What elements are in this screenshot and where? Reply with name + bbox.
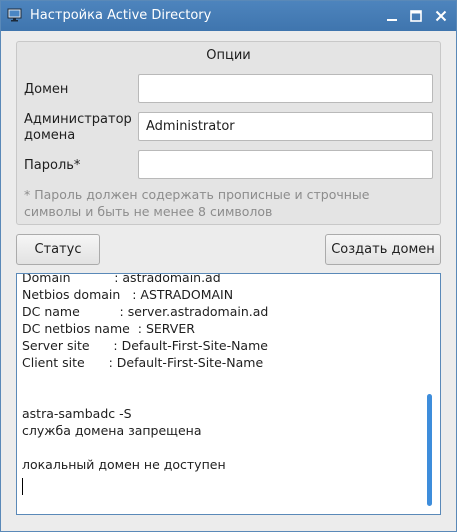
admin-label: Администратор домена (24, 112, 132, 144)
status-button[interactable]: Статус (16, 234, 100, 265)
password-note-line1: * Пароль должен содержать прописные и ст… (24, 187, 370, 202)
admin-input[interactable]: Administrator (138, 112, 433, 141)
output-text: Domain : astradomain.ad Netbios domain : … (22, 273, 422, 473)
text-cursor (22, 478, 23, 495)
password-note-line2: символы и быть не менее 8 символов (24, 203, 273, 219)
scrollbar-thumb[interactable] (427, 394, 432, 506)
output-line: служба домена запрещена (22, 423, 202, 438)
title-bar[interactable]: Настройка Active Directory (1, 1, 456, 31)
window-title: Настройка Active Directory (30, 8, 212, 23)
output-text-area[interactable]: Domain : astradomain.ad Netbios domain : … (16, 273, 441, 515)
admin-label-line2: домена (24, 128, 76, 143)
output-line: Domain : astradomain.ad (22, 273, 221, 285)
password-input[interactable] (138, 150, 433, 179)
password-note: * Пароль должен содержать прописные и ст… (24, 187, 424, 220)
output-line: Client site : Default-First-Site-Name (22, 355, 264, 370)
domain-label: Домен (24, 82, 69, 97)
maximize-icon[interactable] (408, 8, 424, 24)
output-line: DC netbios name : SERVER (22, 321, 195, 336)
app-monitor-icon (7, 8, 22, 22)
create-domain-button[interactable]: Создать домен (325, 234, 441, 265)
output-line: astra-sambadc -S (22, 406, 132, 421)
password-label: Пароль* (24, 158, 81, 173)
output-line: Netbios domain : ASTRADOMAIN (22, 287, 234, 302)
admin-label-line1: Администратор (24, 112, 132, 127)
options-group-title: Опции (206, 48, 251, 63)
output-line: локальный домен не доступен (22, 457, 226, 472)
output-line: Server site : Default-First-Site-Name (22, 338, 268, 353)
options-group: Опции Домен Администратор домена Adminis… (16, 41, 441, 225)
minimize-icon[interactable] (384, 8, 400, 24)
settings-window: Настройка Active Directory Опции Домен А… (0, 0, 457, 532)
domain-input[interactable] (138, 74, 433, 103)
close-icon[interactable] (433, 8, 449, 24)
output-line: DC name : server.astradomain.ad (22, 304, 269, 319)
